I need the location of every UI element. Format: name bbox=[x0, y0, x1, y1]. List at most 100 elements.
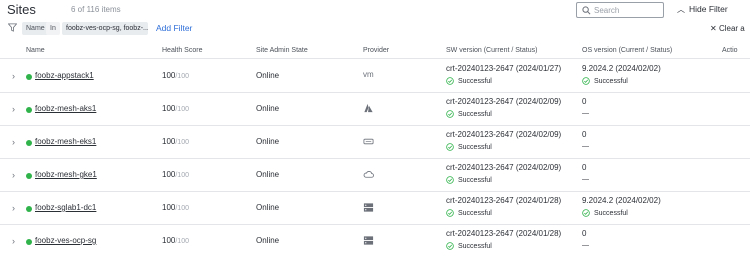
health-max: /100 bbox=[175, 73, 189, 80]
sw-status-text: Successful bbox=[458, 210, 492, 217]
sw-version: crt-20240123-2647 (2024/02/09) bbox=[446, 163, 562, 172]
sw-status-text: Successful bbox=[458, 78, 492, 85]
admin-state: Online bbox=[256, 236, 280, 245]
health-score: 100/100 bbox=[162, 71, 189, 80]
col-name[interactable]: Name bbox=[26, 47, 45, 54]
sw-version: crt-20240123-2647 (2024/01/27) bbox=[446, 64, 562, 73]
health-value: 100 bbox=[162, 137, 176, 146]
health-value: 100 bbox=[162, 71, 176, 80]
filter-field-chip[interactable]: Name bbox=[22, 22, 49, 35]
item-count: 6 of 116 items bbox=[71, 5, 121, 14]
os-status: — bbox=[582, 143, 589, 150]
hide-filter-label: Hide Filter bbox=[689, 4, 728, 14]
success-check-icon bbox=[446, 143, 454, 151]
table-header: Name Health Score Site Admin State Provi… bbox=[0, 44, 750, 59]
site-name-link[interactable]: foobz-mesh-aks1 bbox=[35, 104, 96, 113]
server-icon bbox=[363, 202, 375, 214]
success-check-icon bbox=[446, 110, 454, 118]
health-max: /100 bbox=[175, 172, 189, 179]
os-version: 0 bbox=[582, 229, 587, 238]
sw-status-text: Successful bbox=[458, 243, 492, 250]
health-max: /100 bbox=[175, 205, 189, 212]
sw-status-text: Successful bbox=[458, 144, 492, 151]
hide-filter-button[interactable]: ︿ Hide Filter bbox=[677, 4, 728, 15]
site-name-link[interactable]: foobz-appstack1 bbox=[35, 71, 94, 80]
os-status-text: Successful bbox=[594, 210, 628, 217]
search-input[interactable]: Search bbox=[576, 2, 664, 18]
sw-status: Successful bbox=[446, 176, 492, 184]
expand-chevron-icon[interactable]: › bbox=[12, 203, 15, 213]
table-row[interactable]: › foobz-appstack1 100/100 Online vm crt-20240… bbox=[0, 60, 750, 93]
online-status-dot bbox=[26, 74, 32, 80]
chevron-up-icon: ︿ bbox=[677, 5, 685, 14]
table-row[interactable]: › foobz-ves-ocp-sg 100/100 Online crt-202401… bbox=[0, 225, 750, 256]
col-admin-state[interactable]: Site Admin State bbox=[256, 47, 308, 54]
col-sw-version[interactable]: SW version (Current / Status) bbox=[446, 47, 537, 54]
page-title: Sites bbox=[7, 2, 36, 17]
table-row[interactable]: › foobz-mesh-eks1 100/100 Online crt-2024012… bbox=[0, 126, 750, 159]
filter-icon[interactable] bbox=[8, 23, 17, 32]
expand-chevron-icon[interactable]: › bbox=[12, 236, 15, 246]
online-status-dot bbox=[26, 206, 32, 212]
clear-all-button[interactable]: ✕ Clear a bbox=[710, 24, 745, 33]
admin-state: Online bbox=[256, 170, 280, 179]
admin-state: Online bbox=[256, 137, 280, 146]
col-health[interactable]: Health Score bbox=[162, 47, 202, 54]
search-icon bbox=[582, 6, 591, 15]
os-status-text: — bbox=[582, 110, 589, 117]
health-score: 100/100 bbox=[162, 203, 189, 212]
table-row[interactable]: › foobz-mesh-gke1 100/100 Online crt-2024012… bbox=[0, 159, 750, 192]
filter-value-chip[interactable]: foobz-ves-ocp-sg, foobz-... bbox=[62, 22, 148, 35]
online-status-dot bbox=[26, 239, 32, 245]
health-max: /100 bbox=[175, 139, 189, 146]
expand-chevron-icon[interactable]: › bbox=[12, 71, 15, 81]
health-value: 100 bbox=[162, 203, 176, 212]
site-name-link[interactable]: foobz-mesh-gke1 bbox=[35, 170, 97, 179]
os-status-text: — bbox=[582, 143, 589, 150]
admin-state: Online bbox=[256, 203, 280, 212]
health-max: /100 bbox=[175, 238, 189, 245]
table-row[interactable]: › foobz-sglab1-dc1 100/100 Online crt-202401… bbox=[0, 192, 750, 225]
os-status: — bbox=[582, 176, 589, 183]
health-value: 100 bbox=[162, 104, 176, 113]
site-name-link[interactable]: foobz-sglab1-dc1 bbox=[35, 203, 96, 212]
health-score: 100/100 bbox=[162, 104, 189, 113]
filter-bar: Name In foobz-ves-ocp-sg, foobz-... Add … bbox=[0, 20, 750, 36]
os-version: 9.2024.2 (2024/02/02) bbox=[582, 196, 661, 205]
os-status: Successful bbox=[582, 77, 628, 85]
filter-operator-chip[interactable]: In bbox=[46, 22, 60, 35]
col-os-version[interactable]: OS version (Current / Status) bbox=[582, 47, 672, 54]
online-status-dot bbox=[26, 140, 32, 146]
col-provider[interactable]: Provider bbox=[363, 47, 389, 54]
sw-version: crt-20240123-2647 (2024/02/09) bbox=[446, 97, 562, 106]
clear-label: Clear a bbox=[718, 24, 745, 33]
os-version: 0 bbox=[582, 163, 587, 172]
azure-icon bbox=[363, 103, 375, 115]
add-filter-link[interactable]: Add Filter bbox=[156, 23, 192, 33]
aws-icon bbox=[363, 136, 375, 148]
sw-status: Successful bbox=[446, 209, 492, 217]
success-check-icon bbox=[446, 176, 454, 184]
sw-status-text: Successful bbox=[458, 111, 492, 118]
site-name-link[interactable]: foobz-ves-ocp-sg bbox=[35, 236, 96, 245]
sw-version: crt-20240123-2647 (2024/01/28) bbox=[446, 229, 562, 238]
health-value: 100 bbox=[162, 236, 176, 245]
expand-chevron-icon[interactable]: › bbox=[12, 137, 15, 147]
sw-version: crt-20240123-2647 (2024/02/09) bbox=[446, 130, 562, 139]
table-row[interactable]: › foobz-mesh-aks1 100/100 Online crt-2024012… bbox=[0, 93, 750, 126]
health-score: 100/100 bbox=[162, 236, 189, 245]
os-status: — bbox=[582, 242, 589, 249]
expand-chevron-icon[interactable]: › bbox=[12, 170, 15, 180]
admin-state: Online bbox=[256, 71, 280, 80]
sw-status: Successful bbox=[446, 143, 492, 151]
expand-chevron-icon[interactable]: › bbox=[12, 104, 15, 114]
os-version: 9.2024.2 (2024/02/02) bbox=[582, 64, 661, 73]
os-status-text: Successful bbox=[594, 78, 628, 85]
sw-status: Successful bbox=[446, 77, 492, 85]
success-check-icon bbox=[582, 209, 590, 217]
success-check-icon bbox=[446, 77, 454, 85]
vm-icon: vm bbox=[363, 70, 374, 79]
os-status-text: — bbox=[582, 176, 589, 183]
admin-state: Online bbox=[256, 104, 280, 113]
site-name-link[interactable]: foobz-mesh-eks1 bbox=[35, 137, 96, 146]
